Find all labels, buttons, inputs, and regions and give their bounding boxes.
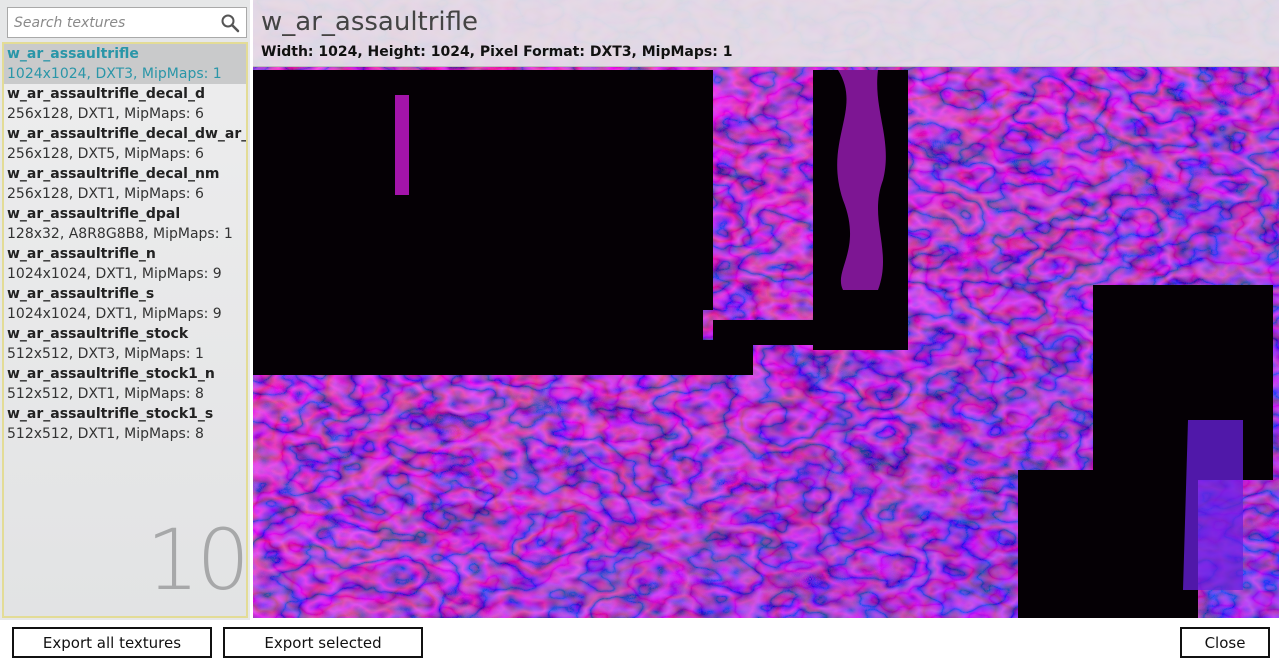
texture-name: w_ar_assaultrifle_dpal [7,206,181,222]
texture-meta: 1024x1024, DXT1, MipMaps: 9 [7,306,222,322]
texture-meta: 256x128, DXT1, MipMaps: 6 [7,186,204,202]
texture-list-item[interactable]: w_ar_assaultrifle_decal_nm 256x128, DXT1,… [4,164,246,204]
texture-list-panel: w_ar_assaultrifle 1024x1024, DXT3, MipMap… [0,0,250,620]
texture-list-item[interactable]: w_ar_assaultrifle_n 1024x1024, DXT1, MipM… [4,244,246,284]
texture-count: 10 [146,511,250,609]
texture-preview [253,0,1279,618]
bottom-toolbar: Export all textures Export selected Clos… [0,620,1279,665]
texture-viewer-window: w_ar_assaultrifle 1024x1024, DXT3, MipMap… [0,0,1279,665]
texture-list-item[interactable]: w_ar_assaultrifle_stock1_n 512x512, DXT1,… [4,364,246,404]
texture-meta: 1024x1024, DXT3, MipMaps: 1 [7,66,222,82]
texture-list-item[interactable]: w_ar_assaultrifle 1024x1024, DXT3, MipMap… [4,44,246,84]
texture-name: w_ar_assaultrifle_decal_d [7,86,205,102]
texture-meta: 512x512, DXT1, MipMaps: 8 [7,426,204,442]
texture-list-item[interactable]: w_ar_assaultrifle_stock1_s 512x512, DXT1,… [4,404,246,444]
texture-name: w_ar_assaultrifle_s [7,286,155,302]
texture-meta: 256x128, DXT5, MipMaps: 6 [7,146,204,162]
texture-meta: 256x128, DXT1, MipMaps: 6 [7,106,204,122]
texture-list-item[interactable]: w_ar_assaultrifle_s 1024x1024, DXT1, MipM… [4,284,246,324]
export-all-button[interactable]: Export all textures [12,627,212,658]
texture-meta: 512x512, DXT1, MipMaps: 8 [7,386,204,402]
texture-list-item[interactable]: w_ar_assaultrifle_stock 512x512, DXT3, Mi… [4,324,246,364]
texture-title: w_ar_assaultrifle [261,7,479,37]
texture-name: w_ar_assaultrifle_decal_nm [7,166,220,182]
texture-list-item[interactable]: w_ar_assaultrifle_dpal 128x32, A8R8G8B8, … [4,204,246,244]
texture-name: w_ar_assaultrifle [7,46,139,62]
texture-name: w_ar_assaultrifle_stock [7,326,189,342]
texture-meta: 512x512, DXT3, MipMaps: 1 [7,346,204,362]
search-box[interactable] [7,7,247,38]
search-input[interactable] [14,12,219,34]
texture-image [253,0,1279,618]
texture-list-item[interactable]: w_ar_assaultrifle_decal_dw_ar_assau 256x1… [4,124,246,164]
preview-header: w_ar_assaultrifle Width: 1024, Height: 1… [253,0,1279,67]
search-icon[interactable] [220,13,240,33]
texture-name: w_ar_assaultrifle_stock1_n [7,366,215,382]
texture-name: w_ar_assaultrifle_n [7,246,156,262]
texture-list-item[interactable]: w_ar_assaultrifle_decal_d 256x128, DXT1, … [4,84,246,124]
texture-name: w_ar_assaultrifle_stock1_s [7,406,214,422]
texture-meta: 128x32, A8R8G8B8, MipMaps: 1 [7,226,233,242]
close-button[interactable]: Close [1180,627,1270,658]
texture-meta: 1024x1024, DXT1, MipMaps: 9 [7,266,222,282]
texture-name: w_ar_assaultrifle_decal_dw_ar_assau [7,126,246,142]
texture-details: Width: 1024, Height: 1024, Pixel Format:… [261,44,733,60]
export-selected-button[interactable]: Export selected [223,627,423,658]
